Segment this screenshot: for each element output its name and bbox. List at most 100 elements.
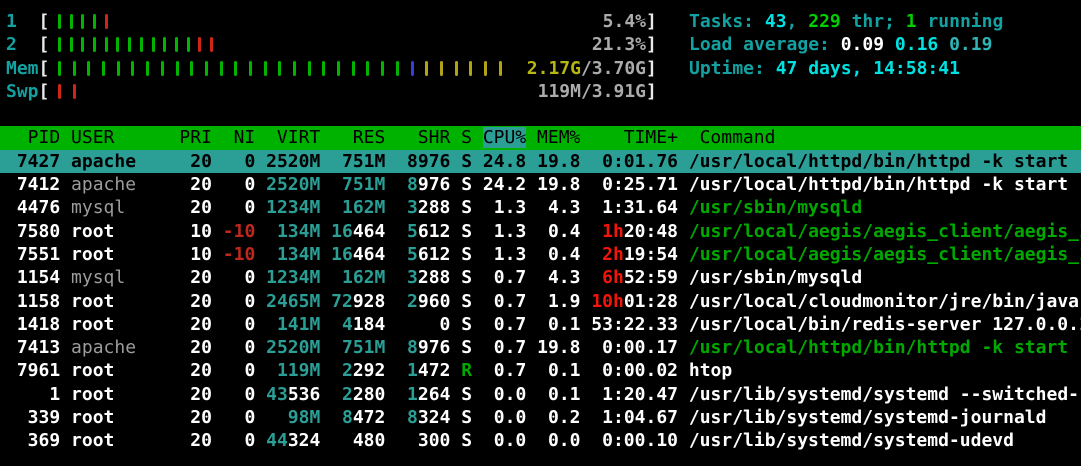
cell-user: root: [71, 290, 180, 312]
cell-shr: 8: [396, 174, 418, 196]
process-row[interactable]: 7412 apache 20 0 2520M 751M 8976 S 24.2 …: [0, 173, 1081, 196]
process-row[interactable]: 1154 mysql 20 0 1234M 162M 3288 S 0.7 4.…: [0, 266, 1081, 289]
header-columns-right[interactable]: MEM% TIME+ Command: [526, 127, 775, 148]
cell-res: 751M: [331, 150, 397, 172]
cell-nice: 0: [222, 430, 267, 452]
cell-shr-low: 324: [417, 407, 462, 429]
cell-cpu-percent: 1.3: [482, 197, 538, 219]
cell-priority: 20: [179, 337, 223, 359]
cell-nice: 0: [222, 290, 267, 312]
mem-used-value: 2.17G: [526, 57, 581, 79]
cell-time: 1:04.67: [591, 407, 689, 429]
cell-command: /usr/sbin/mysqld: [688, 197, 863, 219]
cell-shr-low: 960: [417, 290, 462, 312]
cell-shr: 8: [396, 407, 418, 429]
process-row[interactable]: 339 root 20 0 98M 8472 8324 S 0.0 0.2 1:…: [0, 406, 1081, 429]
cell-shr-low: 264: [417, 383, 462, 405]
cell-cpu-percent: 0.7: [482, 313, 538, 335]
cell-cpu-percent: 24.8: [482, 150, 538, 172]
close-bracket: ]: [646, 34, 657, 56]
cell-command: /usr/local/httpd/bin/httpd -k start: [688, 174, 1069, 196]
process-row[interactable]: 7413 apache 20 0 2520M 751M 8976 S 0.7 1…: [0, 336, 1081, 359]
cell-user: apache: [71, 174, 180, 196]
cell-res-low: 480: [331, 430, 397, 452]
cell-mem-percent: 19.8: [537, 174, 592, 196]
uptime-summary: Uptime: 47 days, 14:58:41: [689, 57, 1003, 80]
cell-state: S: [461, 290, 483, 312]
cell-priority: 10: [179, 243, 223, 265]
cell-shr-low: 976: [417, 174, 462, 196]
cell-res: 751M: [331, 337, 397, 359]
cell-nice: 0: [222, 174, 267, 196]
cell-mem-percent: 19.8: [537, 337, 592, 359]
process-row[interactable]: 1 root 20 0 43536 2280 1264 S 0.0 0.1 1:…: [0, 383, 1081, 406]
process-row[interactable]: 7427 apache 20 0 2520M 751M 8976 S 24.8 …: [0, 149, 1081, 174]
header-sort-column-cpu[interactable]: CPU%: [482, 127, 527, 149]
process-row[interactable]: 7551 root 10 -10 134M 16464 5612 S 1.3 0…: [0, 243, 1081, 266]
cell-time-hours: 2h: [591, 243, 624, 265]
cell-shr: 3: [396, 267, 418, 289]
cell-res: 162M: [331, 197, 397, 219]
cell-state: S: [461, 197, 483, 219]
cell-user: apache: [71, 337, 180, 359]
cell-user: root: [71, 383, 180, 405]
cell-cpu-percent: 0.0: [482, 430, 538, 452]
mem-meter-value: 2.17G/3.70G: [6, 57, 646, 80]
cell-mem-percent: 0.4: [537, 220, 592, 242]
cell-time-hours: 10h: [591, 290, 624, 312]
cell-priority: 20: [179, 290, 223, 312]
cell-nice: 0: [222, 337, 267, 359]
close-bracket: ]: [646, 11, 657, 32]
cell-user: root: [71, 243, 180, 265]
cell-time: 01:28: [623, 290, 689, 312]
cell-mem-percent: 0.1: [537, 383, 592, 405]
cell-state: S: [461, 174, 483, 196]
load-label: Load average:: [689, 34, 841, 56]
mem-total-value: /3.70G: [580, 57, 646, 79]
cell-virt: 98M: [266, 407, 332, 429]
cell-priority: 20: [179, 313, 223, 335]
process-row[interactable]: 1158 root 20 0 2465M 72928 2960 S 0.7 1.…: [0, 290, 1081, 313]
cell-virt: 2520M: [266, 150, 332, 172]
cell-virt: 44: [266, 430, 288, 452]
cell-shr: 5: [396, 220, 418, 242]
cell-pid: 1418: [6, 313, 72, 335]
uptime-label: Uptime:: [689, 57, 776, 79]
cell-command: /usr/sbin/mysqld: [688, 267, 863, 289]
process-row[interactable]: 7580 root 10 -10 134M 16464 5612 S 1.3 0…: [0, 220, 1081, 243]
cell-state: S: [461, 267, 483, 289]
cell-mem-percent: 19.8: [537, 150, 592, 172]
cell-virt: 119M: [266, 360, 332, 382]
process-table-header[interactable]: PID USER PRI NI VIRT RES SHR S CPU% MEM%…: [0, 126, 1081, 150]
process-row[interactable]: 4476 mysql 20 0 1234M 162M 3288 S 1.3 4.…: [0, 196, 1081, 219]
process-row[interactable]: 369 root 20 0 44324 480 300 S 0.0 0.0 0:…: [0, 429, 1081, 452]
cell-virt: 2520M: [266, 174, 332, 196]
cell-command: /usr/local/aegis/aegis_client/aegis_10: [688, 220, 1081, 242]
header-columns-left[interactable]: PID USER PRI NI VIRT RES SHR S: [6, 127, 483, 148]
cell-cpu-percent: 0.0: [482, 407, 538, 429]
cell-cpu-percent: 0.7: [482, 337, 538, 359]
cell-time: 52:59: [623, 267, 689, 289]
cell-shr-low: 0: [396, 313, 462, 335]
cpu2-meter-value: 21.3%: [591, 34, 646, 56]
cell-time-hours: 1h: [591, 220, 624, 242]
cell-mem-percent: 4.3: [537, 197, 592, 219]
cell-shr-low: 288: [417, 267, 462, 289]
cell-command: /usr/lib/systemd/systemd-udevd: [688, 430, 1014, 452]
cell-user: root: [71, 360, 180, 382]
cell-virt: 2520M: [266, 337, 332, 359]
process-row[interactable]: 7961 root 20 0 119M 2292 1472 R 0.7 0.1 …: [0, 359, 1081, 382]
cell-nice: 0: [222, 313, 267, 335]
cell-shr-low: 612: [417, 220, 462, 242]
cell-user: mysql: [71, 267, 180, 289]
cell-res-low: 184: [352, 313, 397, 335]
cell-mem-percent: 0.1: [537, 360, 592, 382]
cell-shr: 5: [396, 243, 418, 265]
cell-pid: 7551: [6, 243, 72, 265]
cell-state: S: [461, 243, 483, 265]
cell-res: 4: [331, 313, 353, 335]
process-row[interactable]: 1418 root 20 0 141M 4184 0 S 0.7 0.1 53:…: [0, 313, 1081, 336]
cell-res: 16: [331, 243, 353, 265]
cell-state: S: [461, 407, 483, 429]
cell-shr: 1: [396, 383, 418, 405]
